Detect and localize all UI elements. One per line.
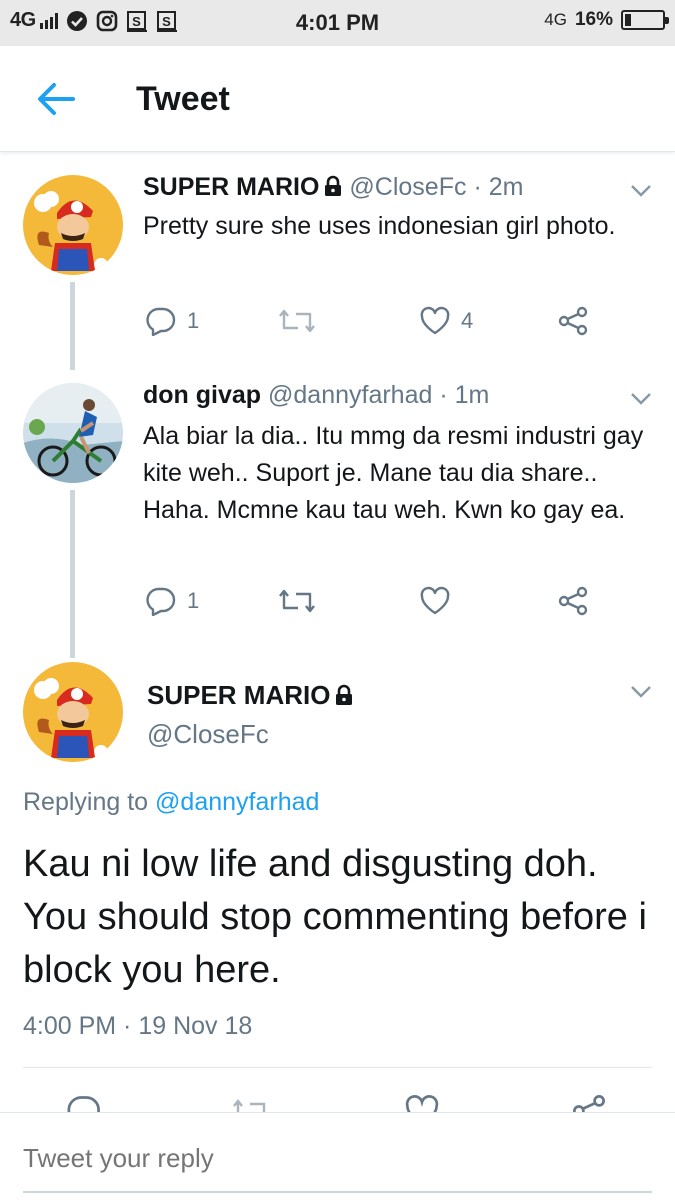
reply-icon bbox=[146, 307, 176, 336]
retweet-button[interactable] bbox=[278, 306, 326, 336]
reply-count: 1 bbox=[187, 588, 200, 613]
retweet-icon[interactable] bbox=[232, 1096, 270, 1112]
tweet-text: Ala biar la dia.. Itu mmg da resmi indus… bbox=[143, 422, 644, 524]
tweet-time: · 2m bbox=[473, 173, 524, 201]
lock-icon bbox=[336, 684, 353, 705]
share-button[interactable] bbox=[557, 586, 589, 616]
tweet-timestamp: 4:00 PM · 19 Nov 18 bbox=[23, 1012, 253, 1040]
share-icon bbox=[558, 586, 588, 616]
like-button[interactable]: 4 bbox=[419, 306, 473, 336]
mobile-data-indicator: 4G bbox=[544, 10, 567, 29]
tweet-text: Pretty sure she uses indonesian girl pho… bbox=[143, 212, 616, 240]
mario-avatar-image bbox=[23, 662, 123, 762]
heart-icon bbox=[420, 306, 450, 335]
chevron-down-icon[interactable] bbox=[629, 683, 653, 699]
share-icon[interactable] bbox=[571, 1094, 607, 1112]
app-header: Tweet bbox=[0, 46, 675, 152]
reply-icon bbox=[146, 587, 176, 616]
heart-icon[interactable] bbox=[404, 1094, 440, 1112]
chevron-down-icon[interactable] bbox=[629, 390, 653, 406]
avatar[interactable] bbox=[23, 662, 123, 762]
chevron-down-icon[interactable] bbox=[629, 182, 653, 198]
replying-prefix: Replying to bbox=[23, 788, 149, 816]
like-button[interactable] bbox=[419, 586, 461, 616]
like-count: 4 bbox=[461, 308, 474, 333]
mario-avatar-image bbox=[23, 175, 123, 275]
author-name[interactable]: SUPER MARIO bbox=[143, 173, 319, 201]
reply-button[interactable]: 1 bbox=[145, 586, 199, 616]
tweet-header: SUPER MARIO @CloseFc · 2m bbox=[143, 173, 523, 202]
avatar[interactable] bbox=[23, 383, 123, 483]
retweet-icon bbox=[279, 589, 315, 613]
replying-to: Replying to @dannyfarhad bbox=[23, 788, 319, 817]
reply-input[interactable] bbox=[23, 1143, 643, 1174]
reply-icon[interactable] bbox=[66, 1094, 102, 1112]
cyclist-avatar-image bbox=[23, 383, 123, 483]
page-title: Tweet bbox=[136, 80, 230, 118]
avatar[interactable] bbox=[23, 175, 123, 275]
reply-count: 1 bbox=[187, 308, 200, 333]
status-bar: 4G S S 4:01 PM 4G 16% bbox=[0, 0, 675, 46]
lock-icon bbox=[325, 175, 342, 196]
share-button[interactable] bbox=[557, 306, 589, 336]
main-author-name-row: SUPER MARIO bbox=[147, 680, 360, 711]
thread-line bbox=[70, 490, 75, 658]
author-handle[interactable]: @dannyfarhad bbox=[268, 381, 432, 409]
arrow-left-icon bbox=[38, 83, 75, 115]
battery-icon bbox=[621, 10, 669, 30]
heart-icon bbox=[420, 586, 450, 615]
replying-to-link[interactable]: @dannyfarhad bbox=[155, 788, 319, 816]
share-icon bbox=[558, 306, 588, 336]
author-handle[interactable]: @CloseFc bbox=[147, 719, 269, 750]
retweet-icon bbox=[279, 309, 315, 333]
back-button[interactable] bbox=[36, 82, 76, 116]
author-name[interactable]: SUPER MARIO bbox=[147, 680, 330, 710]
main-tweet-text: Kau ni low life and disgusting doh. You … bbox=[23, 843, 647, 991]
author-name[interactable]: don givap bbox=[143, 381, 261, 409]
tweet-header: don givap @dannyfarhad · 1m bbox=[143, 381, 489, 410]
retweet-button[interactable] bbox=[278, 586, 326, 616]
author-handle[interactable]: @CloseFc bbox=[349, 173, 466, 201]
main-action-bar bbox=[0, 1068, 675, 1112]
tweet-time: · 1m bbox=[439, 381, 490, 409]
reply-input-underline bbox=[23, 1191, 652, 1193]
reply-composer bbox=[0, 1112, 675, 1200]
battery-percent: 16% bbox=[574, 9, 613, 30]
reply-button[interactable]: 1 bbox=[145, 306, 199, 336]
thread-line bbox=[70, 282, 75, 370]
